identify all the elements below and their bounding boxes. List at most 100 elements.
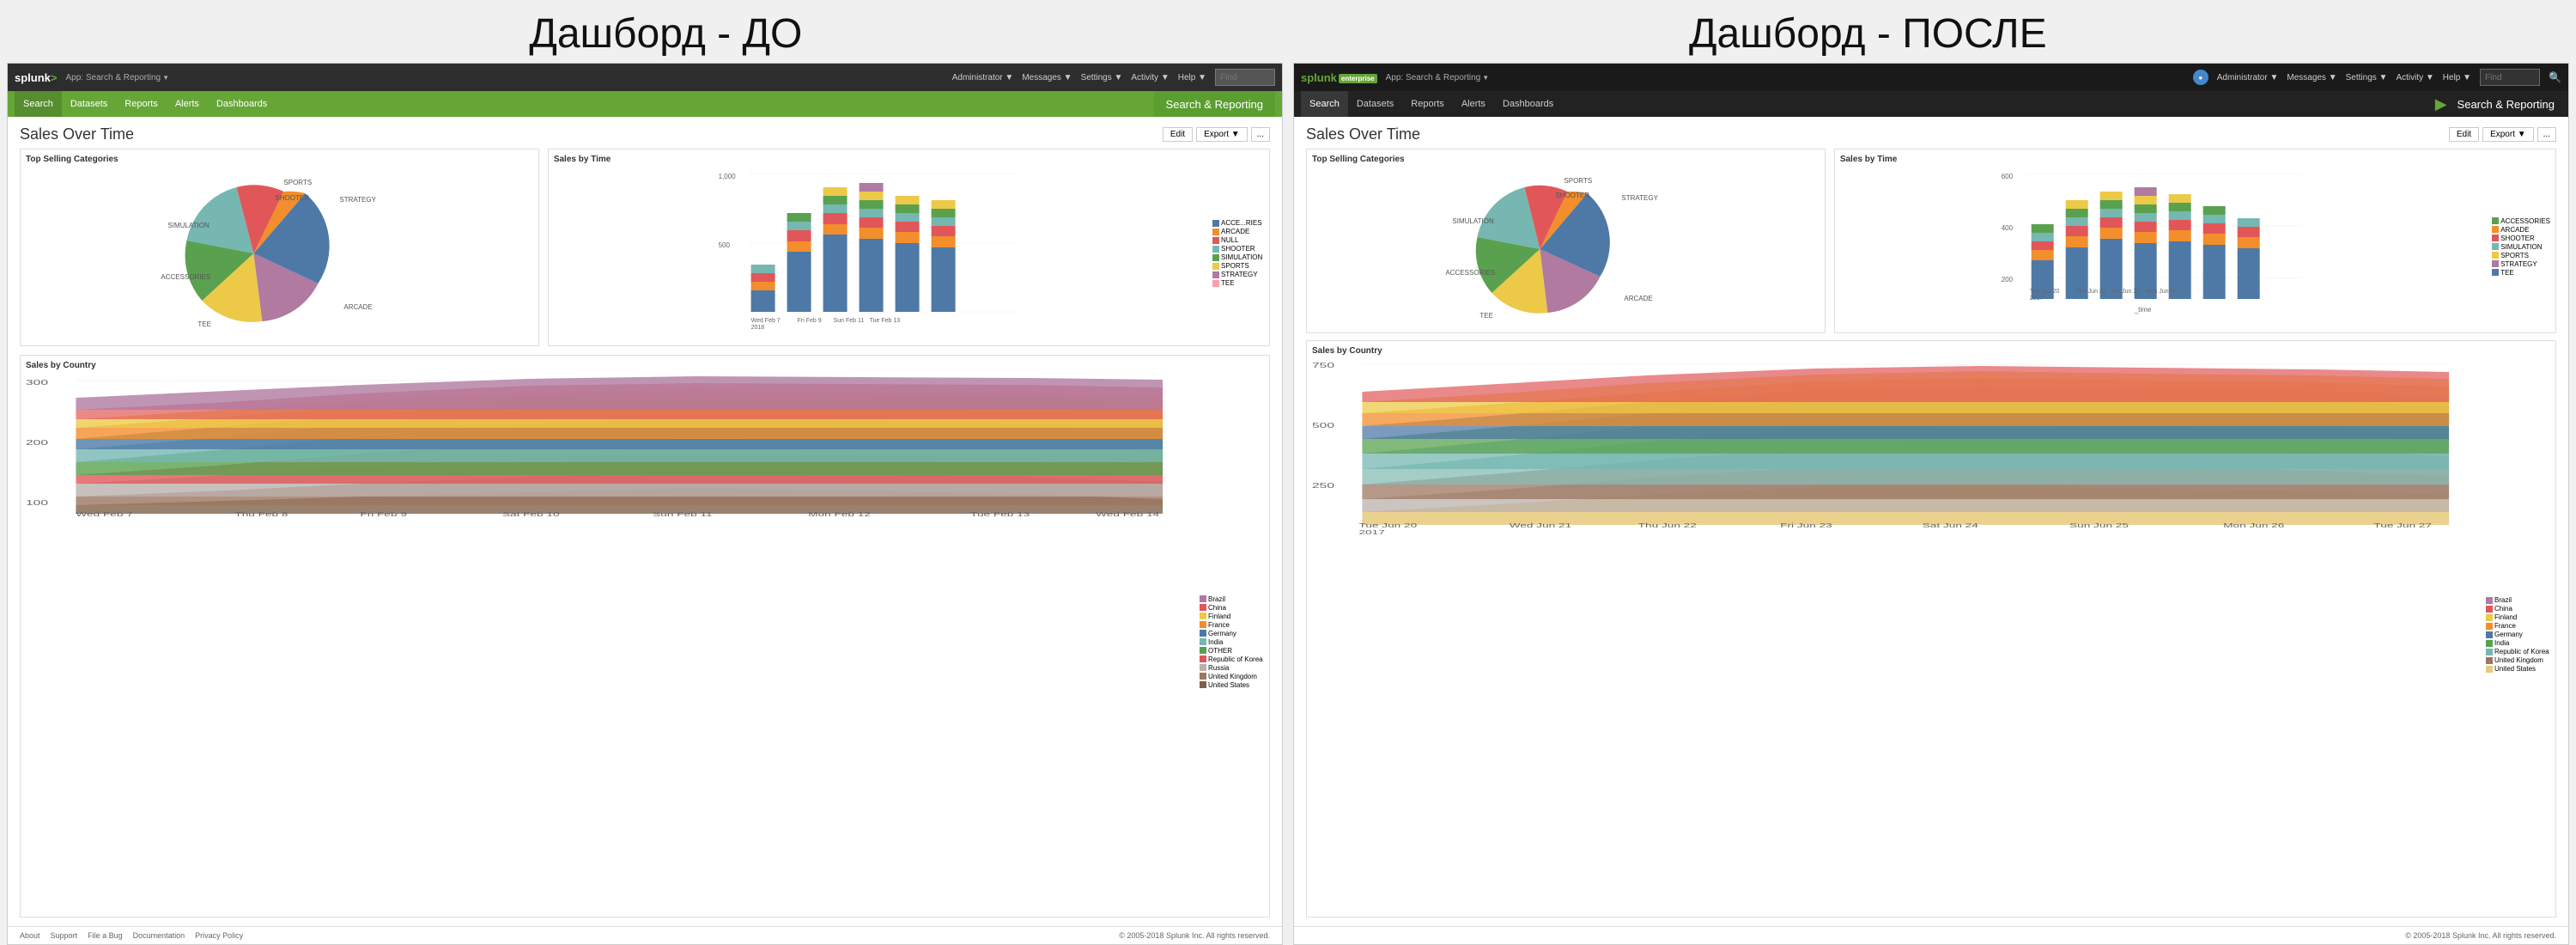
svg-text:400: 400 <box>2002 224 2014 232</box>
svg-text:SPORTS: SPORTS <box>1564 177 1592 185</box>
svg-text:ARCADE: ARCADE <box>1624 295 1652 302</box>
after-label: Дашборд - ПОСЛЕ <box>1689 10 2047 58</box>
more-button-before[interactable]: ... <box>1251 127 1270 142</box>
subnav-alerts-after[interactable]: Alerts <box>1453 91 1494 117</box>
footer-before: About Support File a Bug Documentation P… <box>8 926 1282 944</box>
topnav-help-before[interactable]: Help ▼ <box>1178 73 1206 82</box>
footer-about[interactable]: About <box>20 931 40 940</box>
dashboard-after: Sales Over Time Edit Export ▼ ... Top Se… <box>1294 117 2568 926</box>
svg-text:SHOOTER: SHOOTER <box>275 194 309 202</box>
footer-support[interactable]: Support <box>51 931 78 940</box>
footer-privacy[interactable]: Privacy Policy <box>195 931 243 940</box>
svg-text:_time: _time <box>2134 306 2152 314</box>
edit-button-after[interactable]: Edit <box>2449 127 2479 142</box>
svg-text:Mon Jun 26: Mon Jun 26 <box>2146 289 2178 295</box>
svg-text:STRATEGY: STRATEGY <box>1621 194 1658 202</box>
topnav-help-after[interactable]: Help ▼ <box>2443 73 2471 82</box>
subnav-search-after[interactable]: Search <box>1301 91 1348 117</box>
app-label-after: App: Search & Reporting ▼ <box>1386 73 1490 82</box>
svg-text:SHOOTER: SHOOTER <box>1555 192 1589 199</box>
svg-text:TEE: TEE <box>1479 312 1493 320</box>
subnav-dashboards-before[interactable]: Dashboards <box>208 91 276 117</box>
svg-text:Wed Feb 14: Wed Feb 14 <box>1096 511 1159 518</box>
svg-text:200: 200 <box>26 439 48 447</box>
svg-text:Tue Jun 27: Tue Jun 27 <box>2373 522 2432 529</box>
topnav-settings-before[interactable]: Settings ▼ <box>1081 73 1123 82</box>
edit-button-before[interactable]: Edit <box>1163 127 1193 142</box>
subnav-dashboards-after[interactable]: Dashboards <box>1494 91 1562 117</box>
globe-icon: ● <box>2193 70 2208 85</box>
svg-text:200: 200 <box>2002 276 2014 284</box>
dashboard-before: Sales Over Time Edit Export ▼ ... Top Se… <box>8 117 1282 926</box>
svg-text:Tue Jun 20: Tue Jun 20 <box>2030 289 2060 295</box>
search-icon-after[interactable]: 🔍 <box>2549 71 2561 83</box>
topnav-messages-before[interactable]: Messages ▼ <box>1022 73 1072 82</box>
bar-chart-title-after: Sales by Time <box>1840 155 2550 164</box>
svg-text:Sun Jun 25: Sun Jun 25 <box>2069 522 2129 529</box>
pie-chart-before: Top Selling Categories <box>20 149 539 346</box>
topnav-admin-after[interactable]: Administrator ▼ <box>2217 73 2279 82</box>
svg-text:100: 100 <box>26 499 48 507</box>
app-label-before: App: Search & Reporting ▼ <box>66 73 170 82</box>
find-input-before[interactable] <box>1215 69 1275 86</box>
svg-text:Sat Jun 24: Sat Jun 24 <box>2111 289 2141 295</box>
svg-text:Tue Feb 13: Tue Feb 13 <box>970 511 1030 518</box>
subnav-title-before: Search & Reporting <box>1154 91 1275 117</box>
area-chart-before: Sales by Country 300 200 100 <box>20 355 1270 918</box>
green-arrow-icon: ▶ <box>2435 95 2447 113</box>
svg-text:Mon Feb 12: Mon Feb 12 <box>808 511 871 518</box>
svg-text:300: 300 <box>26 379 48 387</box>
svg-text:ACCESSORIES: ACCESSORIES <box>1445 269 1495 277</box>
topnav-settings-after[interactable]: Settings ▼ <box>2346 73 2388 82</box>
export-button-before[interactable]: Export ▼ <box>1196 127 1248 142</box>
svg-text:750: 750 <box>1312 362 1334 369</box>
footer-bug[interactable]: File a Bug <box>88 931 123 940</box>
more-button-after[interactable]: ... <box>2537 127 2556 142</box>
svg-text:2018: 2018 <box>750 325 764 329</box>
subnav-datasets-after[interactable]: Datasets <box>1348 91 1402 117</box>
pie-chart-title-before: Top Selling Categories <box>26 155 533 164</box>
pie-chart-after: Top Selling Categories S <box>1306 149 1826 333</box>
bar-chart-after: Sales by Time 600 400 200 <box>1834 149 2556 333</box>
topnav-messages-after[interactable]: Messages ▼ <box>2287 73 2336 82</box>
subnav-reports-after[interactable]: Reports <box>1402 91 1453 117</box>
svg-text:ACCESSORIES: ACCESSORIES <box>161 273 210 281</box>
topnav-admin-before[interactable]: Administrator ▼ <box>952 73 1014 82</box>
svg-text:Mon Jun 26: Mon Jun 26 <box>2223 522 2284 529</box>
before-label: Дашборд - ДО <box>529 10 802 58</box>
svg-text:Thu Jun 22: Thu Jun 22 <box>2076 289 2106 295</box>
subnav-title-after: Search & Reporting <box>2451 91 2561 117</box>
svg-text:2018: 2018 <box>76 517 101 518</box>
svg-text:Fri Jun 23: Fri Jun 23 <box>1780 522 1832 529</box>
svg-text:Thu Feb 8: Thu Feb 8 <box>234 511 288 518</box>
footer-docs[interactable]: Documentation <box>133 931 185 940</box>
footer-copyright-after: © 2005-2018 Splunk Inc. All rights reser… <box>2405 931 2556 940</box>
bar-chart-title-before: Sales by Time <box>554 155 1264 164</box>
topnav-activity-after[interactable]: Activity ▼ <box>2396 73 2433 82</box>
svg-text:STRATEGY: STRATEGY <box>339 196 376 204</box>
svg-text:2017: 2017 <box>2030 296 2044 302</box>
topnav-after: splunkenterprise App: Search & Reporting… <box>1294 64 2568 91</box>
topnav-activity-before[interactable]: Activity ▼ <box>1131 73 1169 82</box>
subnav-before: Search Datasets Reports Alerts Dashboard… <box>8 91 1282 117</box>
subnav-reports-before[interactable]: Reports <box>116 91 167 117</box>
before-panel: splunk> App: Search & Reporting ▼ Admini… <box>7 63 1283 945</box>
brand-after: splunkenterprise <box>1301 71 1377 84</box>
subnav-alerts-before[interactable]: Alerts <box>167 91 208 117</box>
svg-text:Tue Feb 13: Tue Feb 13 <box>869 318 900 324</box>
svg-text:Wed Feb 7: Wed Feb 7 <box>750 318 780 324</box>
svg-text:SIMULATION: SIMULATION <box>167 222 210 229</box>
export-button-after[interactable]: Export ▼ <box>2482 127 2534 142</box>
svg-text:_time: _time <box>1896 537 1929 538</box>
svg-text:Sun Feb 11: Sun Feb 11 <box>833 318 864 324</box>
dashboard-title-after: Sales Over Time <box>1306 125 2449 143</box>
svg-text:500: 500 <box>1312 422 1334 430</box>
find-input-after[interactable] <box>2480 69 2540 86</box>
svg-text:1,000: 1,000 <box>718 173 736 180</box>
bar-chart-before: Sales by Time 1,000 500 <box>548 149 1270 346</box>
svg-text:Fri Feb 9: Fri Feb 9 <box>797 318 821 324</box>
subnav-datasets-before[interactable]: Datasets <box>62 91 116 117</box>
svg-text:600: 600 <box>2002 173 2014 180</box>
subnav-search-before[interactable]: Search <box>15 91 62 117</box>
area-chart-title-before: Sales by Country <box>26 361 1264 370</box>
